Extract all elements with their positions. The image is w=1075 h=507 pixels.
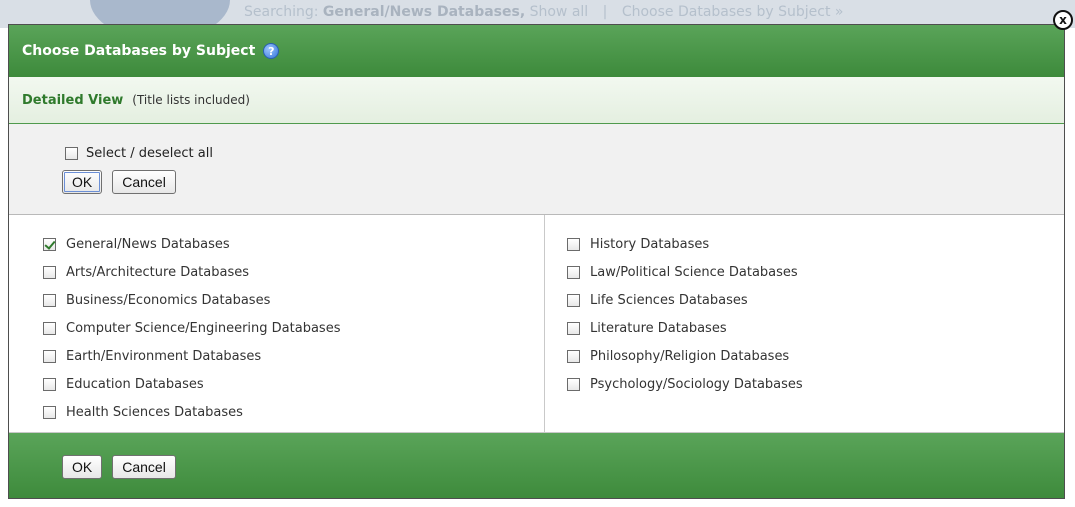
database-checkbox[interactable] bbox=[43, 321, 56, 335]
database-column-left: General/News Databases Arts/Architecture … bbox=[9, 215, 544, 432]
database-name: Philosophy/Religion Databases bbox=[590, 348, 790, 364]
database-lists: General/News Databases Arts/Architecture … bbox=[9, 215, 1064, 433]
separator: | bbox=[602, 4, 608, 20]
database-name: Arts/Architecture Databases bbox=[66, 264, 250, 280]
dialog-footer: OK Cancel bbox=[9, 433, 1064, 498]
database-name: Law/Political Science Databases bbox=[590, 264, 798, 280]
dialog-title: Choose Databases by Subject bbox=[22, 43, 256, 59]
database-name: Business/Economics Databases bbox=[66, 292, 271, 308]
close-icon[interactable]: x bbox=[1053, 10, 1073, 30]
database-checkbox[interactable] bbox=[567, 377, 580, 391]
show-all-link[interactable]: Show all bbox=[530, 4, 589, 20]
database-option[interactable]: Life Sciences Databases bbox=[567, 286, 1064, 314]
database-column-right: History Databases Law/Political Science D… bbox=[544, 215, 1064, 432]
database-name: Computer Science/Engineering Databases bbox=[66, 320, 341, 336]
detailed-view-label: Detailed View bbox=[22, 92, 124, 108]
database-name: General/News Databases bbox=[66, 236, 230, 252]
database-checkbox[interactable] bbox=[43, 293, 56, 307]
database-option[interactable]: Law/Political Science Databases bbox=[567, 258, 1064, 286]
search-scope-bar: Searching: General/News Databases, Show … bbox=[244, 4, 843, 20]
searching-label: Searching: bbox=[244, 4, 319, 20]
choose-databases-dialog: Choose Databases by Subject ? Detailed V… bbox=[8, 24, 1065, 499]
view-subheader: Detailed View (Title lists included) bbox=[9, 77, 1064, 124]
select-all-row[interactable]: Select / deselect all bbox=[65, 144, 1064, 162]
database-option[interactable]: Education Databases bbox=[43, 370, 544, 398]
cancel-button-bottom[interactable]: Cancel bbox=[112, 455, 176, 479]
database-option[interactable]: History Databases bbox=[567, 230, 1064, 258]
database-name: Life Sciences Databases bbox=[590, 292, 748, 308]
database-option[interactable]: Philosophy/Religion Databases bbox=[567, 342, 1064, 370]
choose-databases-link[interactable]: Choose Databases by Subject » bbox=[622, 4, 844, 20]
database-checkbox[interactable] bbox=[567, 237, 580, 251]
database-checkbox[interactable] bbox=[43, 349, 56, 363]
database-option[interactable]: Arts/Architecture Databases bbox=[43, 258, 544, 286]
ok-button-bottom[interactable]: OK bbox=[62, 455, 103, 479]
cancel-button-top[interactable]: Cancel bbox=[112, 170, 176, 194]
database-option[interactable]: Psychology/Sociology Databases bbox=[567, 370, 1064, 398]
top-button-row: OK Cancel bbox=[62, 170, 1064, 194]
database-checkbox[interactable] bbox=[567, 349, 580, 363]
database-name: Literature Databases bbox=[590, 320, 727, 336]
database-checkbox[interactable] bbox=[43, 377, 56, 391]
database-option[interactable]: Health Sciences Databases bbox=[43, 398, 544, 426]
database-name: Psychology/Sociology Databases bbox=[590, 376, 803, 392]
select-all-area: Select / deselect all OK Cancel bbox=[9, 124, 1064, 215]
database-option[interactable]: Business/Economics Databases bbox=[43, 286, 544, 314]
database-checkbox[interactable] bbox=[43, 265, 56, 279]
database-name: Earth/Environment Databases bbox=[66, 348, 262, 364]
database-checkbox[interactable] bbox=[43, 405, 56, 419]
help-icon[interactable]: ? bbox=[263, 43, 280, 59]
select-all-label: Select / deselect all bbox=[86, 145, 213, 161]
ok-button-top[interactable]: OK bbox=[62, 170, 103, 194]
dialog-header: Choose Databases by Subject ? bbox=[9, 25, 1064, 77]
database-name: Health Sciences Databases bbox=[66, 404, 243, 420]
bottom-button-row: OK Cancel bbox=[62, 455, 1064, 479]
title-lists-note: (Title lists included) bbox=[132, 93, 250, 107]
database-name: History Databases bbox=[590, 236, 710, 252]
database-option[interactable]: Earth/Environment Databases bbox=[43, 342, 544, 370]
database-checkbox[interactable] bbox=[43, 237, 56, 251]
database-option[interactable]: General/News Databases bbox=[43, 230, 544, 258]
database-checkbox[interactable] bbox=[567, 265, 580, 279]
select-all-checkbox[interactable] bbox=[65, 146, 78, 160]
database-name: Education Databases bbox=[66, 376, 204, 392]
database-checkbox[interactable] bbox=[567, 321, 580, 335]
database-option[interactable]: Literature Databases bbox=[567, 314, 1064, 342]
database-checkbox[interactable] bbox=[567, 293, 580, 307]
searching-value: General/News Databases, bbox=[322, 4, 526, 20]
database-option[interactable]: Computer Science/Engineering Databases bbox=[43, 314, 544, 342]
